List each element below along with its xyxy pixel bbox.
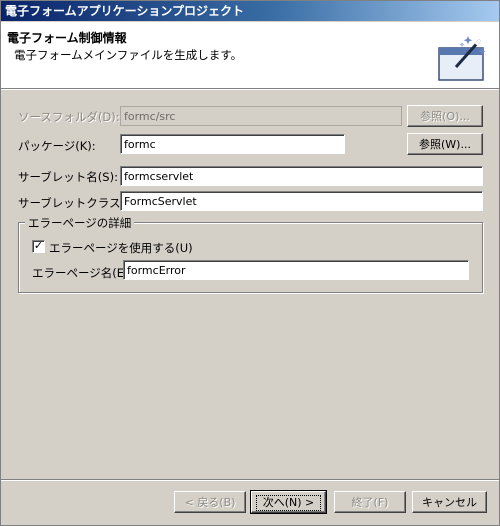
cancel-button[interactable]: キャンセル bbox=[412, 491, 487, 513]
package-label: パッケージ(K): bbox=[18, 139, 96, 153]
next-button-label: 次へ(N) > bbox=[255, 494, 322, 511]
next-button[interactable]: 次へ(N) > bbox=[250, 490, 327, 514]
error-page-name-label: エラーページ名(E): bbox=[32, 266, 133, 280]
package-field[interactable] bbox=[120, 134, 345, 154]
use-error-page-checkbox[interactable]: ✓ bbox=[32, 240, 45, 253]
window-title: 電子フォームアプリケーションプロジェクト bbox=[1, 1, 499, 21]
error-page-group bbox=[18, 222, 483, 293]
page-description: 電子フォームメインファイルを生成します。 bbox=[14, 48, 243, 62]
finish-button[interactable]: 終了(F) bbox=[334, 491, 406, 513]
source-folder-label: ソースフォルダ(D): bbox=[18, 110, 120, 124]
error-page-name-field[interactable] bbox=[123, 260, 469, 280]
source-folder-browse-button[interactable]: 参照(O)... bbox=[407, 105, 483, 127]
servlet-name-label: サーブレット名(S): bbox=[18, 170, 118, 184]
button-bar-divider bbox=[1, 479, 499, 481]
servlet-name-field[interactable] bbox=[120, 166, 483, 186]
source-folder-field[interactable] bbox=[120, 106, 402, 126]
back-button[interactable]: < 戻る(B) bbox=[174, 491, 246, 513]
wizard-wand-icon bbox=[438, 36, 486, 81]
servlet-class-field[interactable] bbox=[120, 191, 483, 211]
error-page-group-title: エラーページの詳細 bbox=[25, 215, 135, 231]
wizard-banner: 電子フォーム制御情報 電子フォームメインファイルを生成します。 bbox=[1, 22, 499, 89]
wizard-window: 電子フォームアプリケーションプロジェクト 電子フォーム制御情報 電子フォームメイ… bbox=[0, 0, 500, 526]
banner-divider bbox=[1, 89, 499, 90]
page-title: 電子フォーム制御情報 bbox=[7, 31, 127, 45]
use-error-page-label[interactable]: エラーページを使用する(U) bbox=[49, 240, 193, 256]
package-browse-button[interactable]: 参照(W)... bbox=[407, 133, 483, 155]
